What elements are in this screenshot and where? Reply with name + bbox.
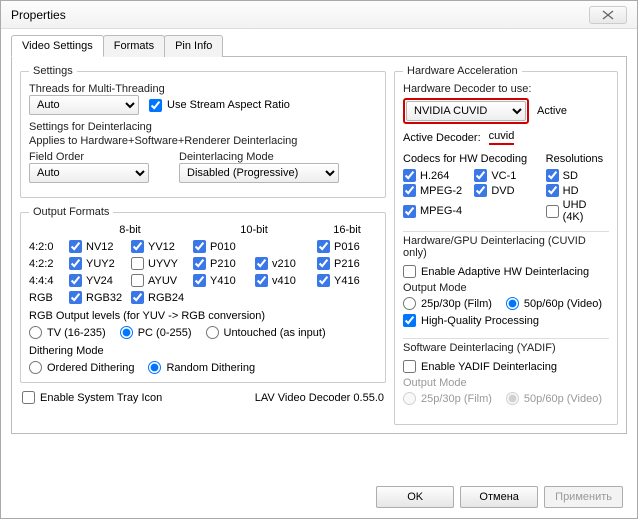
stream-aspect-checkbox[interactable]: Use Stream Aspect Ratio [149, 99, 290, 112]
cb-p216[interactable]: P216 [317, 257, 377, 270]
cb-y410[interactable]: Y410 [193, 274, 253, 287]
rgb-pc-radio[interactable]: PC (0-255) [120, 326, 192, 339]
field-order-select[interactable]: Auto [29, 163, 149, 183]
tab-video-settings[interactable]: Video Settings [11, 35, 104, 57]
version-label: LAV Video Decoder 0.55.0 [255, 392, 384, 404]
gpu-deint-label: Hardware/GPU Deinterlacing (CUVID only) [403, 235, 609, 259]
cb-rgb32[interactable]: RGB32 [69, 291, 129, 304]
cb-nv12[interactable]: NV12 [69, 240, 129, 253]
rgb-tv-radio[interactable]: TV (16-235) [29, 326, 106, 339]
dither-random-radio[interactable]: Random Dithering [148, 361, 255, 374]
cb-y416[interactable]: Y416 [317, 274, 377, 287]
sw-deint-label: Software Deinterlacing (YADIF) [403, 342, 609, 354]
om2-video-radio: 50p/60p (Video) [506, 392, 602, 405]
codecs-header: Codecs for HW Decoding [403, 153, 538, 165]
deint-settings-label: Settings for Deinterlacing [29, 121, 377, 133]
cb-yv24[interactable]: YV24 [69, 274, 129, 287]
cb-p016[interactable]: P016 [317, 240, 377, 253]
row-422: 4:2:2 [29, 258, 67, 270]
deint-mode-select[interactable]: Disabled (Progressive) [179, 163, 339, 183]
om2-film-radio: 25p/30p (Film) [403, 392, 492, 405]
hq-checkbox[interactable]: High-Quality Processing [403, 314, 539, 327]
cancel-button[interactable]: Отмена [460, 486, 538, 508]
header-8bit: 8-bit [69, 224, 191, 236]
apply-button[interactable]: Применить [544, 486, 623, 508]
dither-label: Dithering Mode [29, 345, 377, 357]
hw-active-word: Active [537, 105, 567, 117]
row-420: 4:2:0 [29, 241, 67, 253]
res-header: Resolutions [546, 153, 609, 165]
active-decoder-label: Active Decoder: [403, 132, 481, 144]
cb-mpeg2[interactable]: MPEG-2 [403, 184, 466, 197]
header-16bit: 16-bit [317, 224, 377, 236]
tray-icon-checkbox[interactable]: Enable System Tray Icon [22, 391, 162, 404]
window-title: Properties [11, 8, 66, 22]
cb-dvd[interactable]: DVD [474, 184, 537, 197]
hw-accel-legend: Hardware Acceleration [403, 65, 522, 77]
om-video-radio[interactable]: 50p/60p (Video) [506, 297, 602, 310]
cb-v410[interactable]: v410 [255, 274, 315, 287]
deint-note: Applies to Hardware+Software+Renderer De… [29, 135, 377, 147]
row-rgb: RGB [29, 292, 67, 304]
rgb-untouched-radio[interactable]: Untouched (as input) [206, 326, 326, 339]
rgb-levels-label: RGB Output levels (for YUV -> RGB conver… [29, 310, 377, 322]
active-decoder-value: cuvid [489, 130, 515, 145]
settings-group: Settings Threads for Multi-Threading Aut… [20, 65, 386, 198]
cb-uyvy[interactable]: UYVY [131, 257, 191, 270]
tray-icon-label: Enable System Tray Icon [40, 392, 162, 404]
output-mode-label: Output Mode [403, 282, 609, 294]
cb-p010[interactable]: P010 [193, 240, 253, 253]
om-film-radio[interactable]: 25p/30p (Film) [403, 297, 492, 310]
deint-mode-label: Deinterlacing Mode [179, 151, 339, 163]
cb-p210[interactable]: P210 [193, 257, 253, 270]
cb-yuy2[interactable]: YUY2 [69, 257, 129, 270]
hw-accel-group: Hardware Acceleration Hardware Decoder t… [394, 65, 618, 425]
cb-mpeg4[interactable]: MPEG-4 [403, 199, 466, 223]
sw-deint-checkbox[interactable]: Enable YADIF Deinterlacing [403, 360, 557, 373]
tab-pin-info[interactable]: Pin Info [164, 35, 223, 57]
cb-h264[interactable]: H.264 [403, 169, 466, 182]
settings-legend: Settings [29, 65, 77, 77]
cb-hd[interactable]: HD [546, 184, 609, 197]
threads-label: Threads for Multi-Threading [29, 83, 377, 95]
close-button[interactable] [589, 6, 627, 24]
hw-decoder-label: Hardware Decoder to use: [403, 83, 609, 95]
output-formats-legend: Output Formats [29, 206, 113, 218]
cb-sd[interactable]: SD [546, 169, 609, 182]
cb-ayuv[interactable]: AYUV [131, 274, 191, 287]
cb-rgb24[interactable]: RGB24 [131, 291, 191, 304]
output-formats-group: Output Formats 8-bit 10-bit 16-bit 4:2:0… [20, 206, 386, 383]
cb-vc1[interactable]: VC-1 [474, 169, 537, 182]
dither-ordered-radio[interactable]: Ordered Dithering [29, 361, 134, 374]
cb-uhd[interactable]: UHD (4K) [546, 199, 609, 223]
close-icon [601, 10, 615, 20]
header-10bit: 10-bit [193, 224, 315, 236]
ok-button[interactable]: OK [376, 486, 454, 508]
threads-select[interactable]: Auto [29, 95, 139, 115]
hw-decoder-select[interactable]: NVIDIA CUVID [406, 101, 526, 121]
stream-aspect-label: Use Stream Aspect Ratio [167, 99, 290, 111]
tab-formats[interactable]: Formats [103, 35, 165, 57]
cb-yv12[interactable]: YV12 [131, 240, 191, 253]
gpu-deint-checkbox[interactable]: Enable Adaptive HW Deinterlacing [403, 265, 589, 278]
field-order-label: Field Order [29, 151, 149, 163]
output-mode-label-disabled: Output Mode [403, 377, 609, 389]
row-444: 4:4:4 [29, 275, 67, 287]
cb-v210[interactable]: v210 [255, 257, 315, 270]
